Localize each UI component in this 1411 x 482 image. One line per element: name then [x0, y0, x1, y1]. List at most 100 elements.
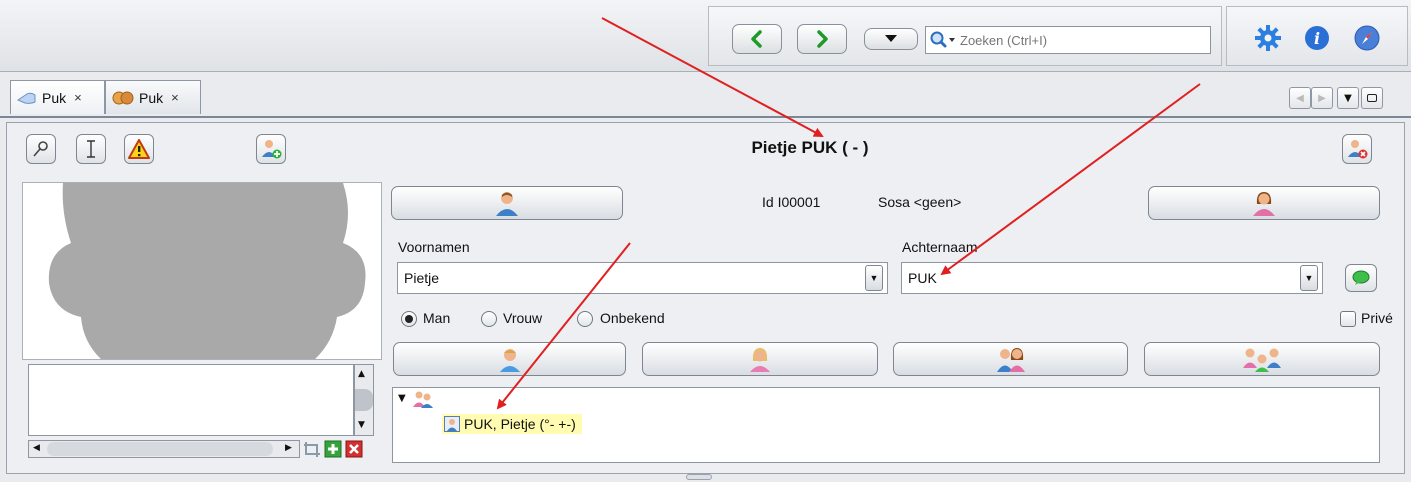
lastname-value: PUK: [908, 270, 937, 286]
family-icon: [1243, 348, 1281, 372]
person-id: Id I00001: [762, 194, 821, 210]
firstnames-combobox[interactable]: Pietje ▼: [397, 262, 888, 294]
add-person-icon: [262, 140, 282, 159]
gender-man-label: Man: [423, 310, 451, 326]
lastname-label: Achternaam: [902, 239, 978, 255]
tab-puk-individual[interactable]: Puk ×: [10, 80, 105, 114]
gender-unknown-label: Onbekend: [600, 310, 665, 326]
close-tab-icon[interactable]: ×: [74, 90, 82, 105]
photo-notes-area[interactable]: [28, 364, 354, 436]
search-icon[interactable]: [926, 27, 960, 53]
delete-icon: [345, 440, 363, 458]
gear-icon: [1255, 25, 1281, 51]
lastname-combobox[interactable]: PUK ▼: [901, 262, 1323, 294]
triangle-down-icon: ▼: [1344, 92, 1352, 104]
female-child-icon: [750, 348, 770, 372]
female-person-icon: [1253, 192, 1275, 216]
right-arrow-icon[interactable]: ▶: [285, 443, 292, 453]
info-icon: i: [1305, 26, 1329, 50]
arrow-right-icon: [817, 30, 828, 48]
family-heads-icon: [112, 91, 134, 104]
mother-button[interactable]: [1148, 186, 1380, 220]
pin-button[interactable]: [26, 134, 56, 164]
father-button[interactable]: [391, 186, 623, 220]
text-cursor-button[interactable]: [76, 134, 106, 164]
male-person-icon: [496, 192, 518, 216]
silhouette-image: [48, 183, 366, 359]
couple-icon: [996, 348, 1025, 372]
pin-icon: [33, 141, 48, 157]
arrow-left-icon: [751, 30, 762, 48]
private-checkbox[interactable]: [1340, 311, 1356, 327]
down-arrow-icon[interactable]: ▼: [358, 420, 365, 430]
tree-node-label: PUK, Pietje (°- +-): [464, 416, 576, 432]
gender-woman-label: Vrouw: [503, 310, 543, 326]
history-dropdown-button[interactable]: [864, 28, 918, 50]
add-brother-button[interactable]: [393, 342, 626, 376]
splitter-handle[interactable]: [686, 474, 712, 480]
svg-text:i: i: [1314, 29, 1320, 48]
scroll-tabs-right-button[interactable]: ▶: [1311, 87, 1333, 109]
male-child-icon: [499, 349, 520, 372]
maximize-button[interactable]: [1361, 87, 1383, 109]
warning-icon: [128, 139, 150, 159]
add-sister-button[interactable]: [642, 342, 878, 376]
search-box[interactable]: [925, 26, 1211, 54]
help-compass-button[interactable]: [1352, 23, 1382, 53]
left-triangle-icon: ◀: [1296, 92, 1304, 104]
tab-bar: [0, 72, 1411, 118]
male-person-icon: [444, 416, 460, 432]
name-comment-button[interactable]: [1345, 264, 1377, 292]
forward-button[interactable]: [797, 24, 847, 54]
sosa-number: Sosa <geen>: [878, 194, 962, 210]
tab-puk-family[interactable]: Puk ×: [105, 80, 201, 114]
scroll-thumb[interactable]: [47, 442, 273, 456]
tab-list-dropdown-button[interactable]: ▼: [1337, 87, 1359, 109]
warnings-button[interactable]: [124, 134, 154, 164]
text-cursor-icon: [87, 140, 95, 158]
remove-photo-button[interactable]: [345, 440, 365, 458]
scroll-thumb[interactable]: [355, 389, 373, 411]
search-input[interactable]: [960, 32, 1200, 48]
about-button[interactable]: i: [1302, 23, 1332, 53]
triangle-down-icon: ▼: [1304, 273, 1314, 283]
triangle-down-icon: [885, 35, 897, 42]
person-title: Pietje PUK ( - ): [751, 138, 869, 157]
compass-icon: [1354, 25, 1380, 51]
firstnames-label: Voornamen: [398, 239, 470, 255]
gender-man-radio[interactable]: [401, 311, 417, 327]
crop-icon: [304, 442, 320, 457]
gender-woman-radio[interactable]: [481, 311, 497, 327]
up-arrow-icon[interactable]: ▲: [358, 369, 365, 379]
tab-label: Puk: [42, 89, 67, 106]
add-children-button[interactable]: [1144, 342, 1380, 376]
private-label: Privé: [1361, 310, 1393, 326]
pointing-hand-icon: [17, 92, 36, 104]
tree-node-pietje-puk[interactable]: PUK, Pietje (°- +-): [442, 414, 582, 434]
family-node-icon: [412, 390, 434, 412]
delete-person-button[interactable]: [1342, 134, 1372, 164]
firstnames-dropdown-arrow[interactable]: ▼: [865, 265, 883, 291]
close-tab-icon[interactable]: ×: [171, 90, 179, 105]
scroll-tabs-left-button[interactable]: ◀: [1289, 87, 1311, 109]
settings-button[interactable]: [1253, 23, 1283, 53]
left-arrow-icon[interactable]: ◀: [33, 443, 40, 453]
lastname-dropdown-arrow[interactable]: ▼: [1300, 265, 1318, 291]
delete-person-icon: [1348, 140, 1368, 159]
notes-horizontal-scrollbar[interactable]: ◀ ▶: [28, 440, 300, 458]
add-person-button[interactable]: [256, 134, 286, 164]
maximize-icon: [1367, 94, 1377, 102]
right-triangle-icon: ▶: [1318, 92, 1326, 104]
tree-expand-toggle[interactable]: ▼: [398, 393, 406, 404]
back-button[interactable]: [732, 24, 782, 54]
firstnames-value: Pietje: [404, 270, 440, 286]
triangle-down-icon: ▼: [869, 273, 879, 283]
add-photo-button[interactable]: [324, 440, 344, 458]
add-spouse-button[interactable]: [893, 342, 1128, 376]
notes-vertical-scrollbar[interactable]: ▲ ▼: [354, 364, 374, 436]
tab-label: Puk: [139, 89, 164, 106]
crop-photo-button[interactable]: [302, 440, 324, 458]
plus-icon: [324, 440, 342, 458]
gender-unknown-radio[interactable]: [577, 311, 593, 327]
person-photo[interactable]: [22, 182, 382, 360]
